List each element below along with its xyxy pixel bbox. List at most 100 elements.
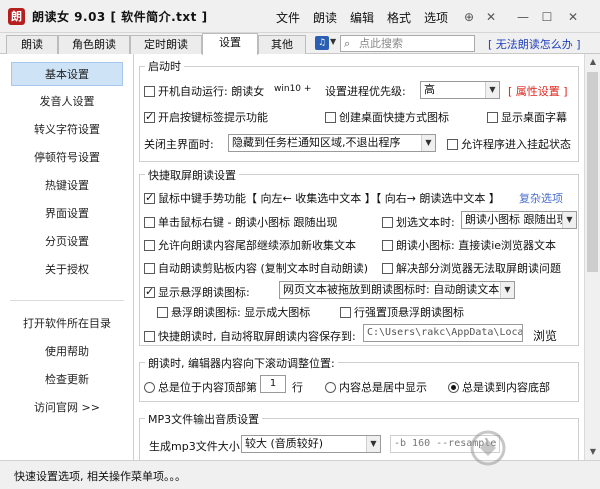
checkbox-box — [157, 307, 168, 318]
tools-icon[interactable]: ✕ — [484, 10, 498, 24]
radio-top-line[interactable]: 总是位于内容顶部第 — [144, 379, 257, 395]
checkbox-box — [144, 110, 155, 123]
radio-circle — [144, 382, 155, 393]
sidebar-item-about[interactable]: 关于授权 — [11, 258, 123, 282]
mp3-legend: MP3文件输出音质设置 — [145, 411, 263, 427]
top-line-field[interactable]: 1 — [260, 375, 286, 393]
menu-format[interactable]: 格式 — [387, 9, 411, 26]
chevron-down-icon: ▼ — [562, 212, 576, 228]
priority-label: 设置进程优先级: — [325, 85, 406, 98]
sidebar-item-update[interactable]: 检查更新 — [11, 368, 123, 392]
select-text-checkbox[interactable]: 划选文本时: — [382, 214, 455, 230]
save-path-field[interactable]: C:\Users\rakc\AppData\Local\Te — [363, 324, 523, 342]
allow-hangup-checkbox[interactable]: 允许程序进入挂起状态 — [447, 136, 571, 152]
append-clip-checkbox[interactable]: 允许向朗读内容尾部继续添加新收集文本 — [144, 237, 356, 253]
checkbox-box — [144, 240, 155, 251]
help-link[interactable]: [ 无法朗读怎么办 ] — [488, 36, 581, 52]
checkbox-box — [382, 217, 393, 228]
browser-fix-checkbox[interactable]: 解决部分浏览器无法取屏朗读问题 — [382, 260, 561, 276]
checkbox-box — [325, 112, 336, 123]
radio-circle — [325, 382, 336, 393]
float-top-checkbox[interactable]: 行强置顶悬浮朗读图标 — [340, 304, 464, 320]
pin-icon[interactable]: ⊕ — [462, 10, 476, 24]
desktop-subtitle-checkbox[interactable]: 显示桌面字幕 — [487, 109, 567, 125]
small-icon-ie-checkbox[interactable]: 朗读小图标: 直接读ie浏览器文本 — [382, 237, 556, 253]
sidebar-item-ui[interactable]: 界面设置 — [11, 202, 123, 226]
gesture-tip-checkbox[interactable]: 开启按键标签提示功能 — [144, 109, 268, 125]
search-input[interactable]: ⌕ 点此搜索 — [340, 35, 475, 52]
float-icon-checkbox[interactable]: 显示悬浮朗读图标: — [144, 284, 250, 300]
chevron-down-icon: ▼ — [366, 436, 380, 452]
sidebar-item-help[interactable]: 使用帮助 — [11, 340, 123, 364]
tab-read[interactable]: 朗读 — [6, 35, 58, 54]
radio-circle — [448, 382, 459, 393]
tab-timed-read[interactable]: 定时朗读 — [130, 35, 202, 54]
complex-options-link[interactable]: 复杂选项 — [519, 190, 563, 206]
sidebar-item-pause[interactable]: 停顿符号设置 — [11, 146, 123, 170]
os-label: win10 + — [274, 84, 312, 94]
voice-icon[interactable]: ♫ — [315, 36, 329, 50]
sidebar-item-website[interactable]: 访问官网 >> — [11, 396, 123, 420]
site-watermark — [468, 428, 598, 470]
checkbox-box — [144, 217, 155, 228]
chevron-down-icon: ▼ — [500, 282, 514, 298]
watermark-logo — [470, 430, 506, 466]
close-behavior-label: 关闭主界面时: — [144, 138, 214, 151]
window-title: 朗读女 9.03 [ 软件简介.txt ] — [32, 10, 208, 24]
right-click-checkbox[interactable]: 单击鼠标右键 - 朗读小图标 跟随出现 — [144, 214, 337, 230]
maximize-icon[interactable]: ☐ — [540, 10, 554, 24]
checkbox-box — [382, 263, 393, 274]
status-text: 快速设置选项, 相关操作菜单项。。。 — [14, 470, 186, 483]
chevron-down-icon: ▼ — [485, 82, 499, 98]
browse-button[interactable]: 浏览 — [533, 327, 557, 344]
sidebar-item-escape[interactable]: 转义字符设置 — [11, 118, 123, 142]
menu-edit[interactable]: 编辑 — [350, 9, 374, 26]
mouse-gesture-checkbox[interactable]: 鼠标中键手势功能【 向左← 收集选中文本 】【 向右→ 朗读选中文本 】 — [144, 190, 500, 206]
desktop-shortcut-checkbox[interactable]: 创建桌面快捷方式图标 — [325, 109, 449, 125]
save-when-checkbox[interactable]: 快捷朗读时, 自动将取屏朗读内容保存到: — [144, 328, 356, 344]
line-unit-label: 行 — [292, 381, 303, 394]
sidebar-item-hotkey[interactable]: 热键设置 — [11, 174, 123, 198]
minimize-icon[interactable]: — — [516, 10, 530, 24]
tab-settings[interactable]: 设置 — [202, 33, 258, 55]
auto-clipboard-checkbox[interactable]: 自动朗读剪贴板内容 (复制文本时自动朗读) — [144, 260, 368, 276]
float-icon-select[interactable]: 网页文本被拖放到朗读图标时: 自动朗读文本 ▼ — [279, 281, 515, 299]
search-icon: ⌕ — [344, 37, 351, 50]
scroll-position-legend: 朗读时, 编辑器内容向下滚动调整位置: — [145, 355, 338, 371]
radio-bottom[interactable]: 总是读到内容底部 — [448, 379, 550, 395]
priority-select[interactable]: 高 ▼ — [420, 81, 500, 99]
checkbox-box — [447, 139, 458, 150]
float-big-checkbox[interactable]: 悬浮朗读图标: 显示成大图标 — [157, 304, 310, 320]
autostart-checkbox[interactable]: 开机自动运行: 朗读女 — [144, 83, 264, 99]
checkbox-box — [144, 331, 155, 342]
menu-read[interactable]: 朗读 — [313, 9, 337, 26]
scroll-up-icon[interactable]: ▲ — [585, 54, 600, 70]
menu-options[interactable]: 选项 — [424, 9, 448, 26]
chevron-down-icon[interactable]: ▼ — [330, 37, 336, 46]
title-bar: 朗 朗读女 9.03 [ 软件简介.txt ] 文件 朗读 编辑 格式 选项 ⊕… — [0, 0, 600, 33]
attr-settings-link[interactable]: [ 属性设置 ] — [508, 83, 568, 99]
tab-other[interactable]: 其他 — [258, 35, 306, 54]
checkbox-box — [487, 112, 498, 123]
vertical-scrollbar[interactable]: ▲ ▼ — [584, 54, 600, 460]
select-text-select[interactable]: 朗读小图标 跟随出现 ▼ — [461, 211, 577, 229]
checkbox-box — [144, 285, 155, 298]
close-icon[interactable]: ✕ — [566, 10, 580, 24]
sidebar-item-voice[interactable]: 发音人设置 — [11, 90, 123, 114]
checkbox-box — [144, 86, 155, 97]
sidebar: 基本设置 发音人设置 转义字符设置 停顿符号设置 热键设置 界面设置 分页设置 … — [0, 54, 134, 460]
sidebar-divider — [10, 300, 124, 301]
scroll-thumb[interactable] — [587, 72, 598, 272]
mp3-size-select[interactable]: 较大 (音质较好) ▼ — [241, 435, 381, 453]
radio-center[interactable]: 内容总是居中显示 — [325, 379, 427, 395]
close-behavior-select[interactable]: 隐藏到任务栏通知区域,不退出程序 ▼ — [228, 134, 436, 152]
tab-role-read[interactable]: 角色朗读 — [58, 35, 130, 54]
checkbox-box — [382, 240, 393, 251]
menu-file[interactable]: 文件 — [276, 9, 300, 26]
app-icon: 朗 — [8, 8, 25, 25]
sidebar-item-paging[interactable]: 分页设置 — [11, 230, 123, 254]
settings-panel: 启动时 开机自动运行: 朗读女 win10 + 设置进程优先级: 高 ▼ [ 属性… — [135, 54, 600, 460]
quick-read-legend: 快捷取屏朗读设置 — [145, 167, 239, 183]
sidebar-item-open-dir[interactable]: 打开软件所在目录 — [11, 312, 123, 336]
sidebar-item-basic[interactable]: 基本设置 — [11, 62, 123, 86]
